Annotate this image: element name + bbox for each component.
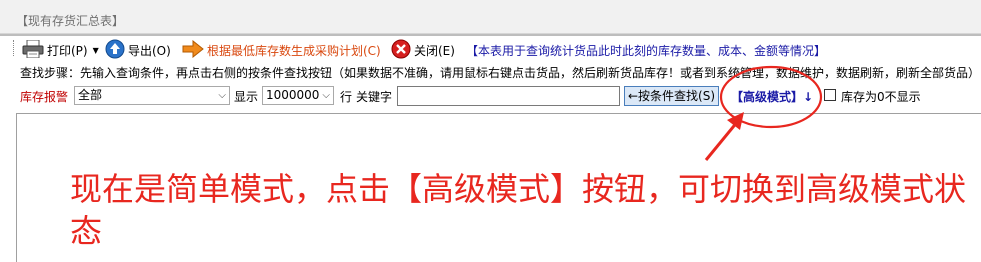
toolbar: 打印(P) ▼ 导出(O) 根据最低库存数生成采购计划(C) 关闭(E) 【本表… [0, 36, 981, 62]
print-button[interactable]: 打印(P) ▼ [22, 39, 99, 61]
keyword-label: 关键字 [356, 90, 393, 104]
stock-alert-label: 库存报警 [20, 90, 69, 104]
window-title-bar: 【现有存货汇总表】 [0, 0, 981, 34]
chevron-down-icon[interactable]: ▼ [93, 46, 99, 55]
show-label: 显示 [234, 90, 259, 104]
rows-label: 行 [340, 90, 353, 104]
export-arrow-up-icon [105, 39, 125, 62]
show-rows-value: 1000000 [266, 88, 320, 102]
show-rows-select[interactable]: 1000000 ⌵ [262, 86, 334, 105]
advanced-mode-button[interactable]: 【高级模式】↓ [731, 88, 813, 105]
chevron-down-icon: ⌵ [322, 90, 330, 101]
print-label: 打印(P) [47, 43, 88, 58]
export-label: 导出(O) [128, 43, 171, 58]
chevron-down-icon: ⌵ [218, 90, 226, 101]
export-button[interactable]: 导出(O) [105, 39, 171, 62]
stock-alert-value: 全部 [78, 88, 103, 102]
generate-purchase-plan-button[interactable]: 根据最低库存数生成采购计划(C) [182, 39, 381, 61]
description-text: 【本表用于查询统计货品此时此刻的库存数量、成本、金额等情况】 [466, 43, 827, 58]
hide-zero-stock-checkbox[interactable] [824, 89, 836, 101]
close-icon [391, 39, 411, 62]
close-label: 关闭(E) [414, 43, 455, 58]
hide-zero-stock-label: 库存为0不显示 [841, 90, 921, 104]
close-button[interactable]: 关闭(E) [391, 39, 455, 62]
arrow-right-icon [182, 39, 204, 61]
find-by-condition-button[interactable]: ←按条件查找(S) [624, 86, 720, 106]
toolbar-description: 【本表用于查询统计货品此时此刻的库存数量、成本、金额等情况】 [466, 40, 826, 60]
toolbar-grip[interactable] [13, 40, 16, 56]
find-button-label: ←按条件查找(S) [628, 89, 716, 103]
search-steps-text: 查找步骤：先输入查询条件，再点击右侧的按条件查找按钮（如果数据不准确，请用鼠标右… [20, 66, 981, 80]
keyword-input[interactable] [397, 86, 620, 106]
window-title: 【现有存货汇总表】 [16, 14, 125, 28]
stock-alert-select[interactable]: 全部 ⌵ [74, 86, 230, 105]
filter-bar: 库存报警 全部 ⌵ 显示 1000000 ⌵ 行 关键字 ←按条件查找(S) 【… [0, 83, 981, 109]
printer-icon [22, 39, 44, 61]
purchase-plan-label: 根据最低库存数生成采购计划(C) [207, 43, 381, 58]
annotation-text: 现在是简单模式，点击【高级模式】按钮，可切换到高级模式状态 [70, 170, 967, 250]
